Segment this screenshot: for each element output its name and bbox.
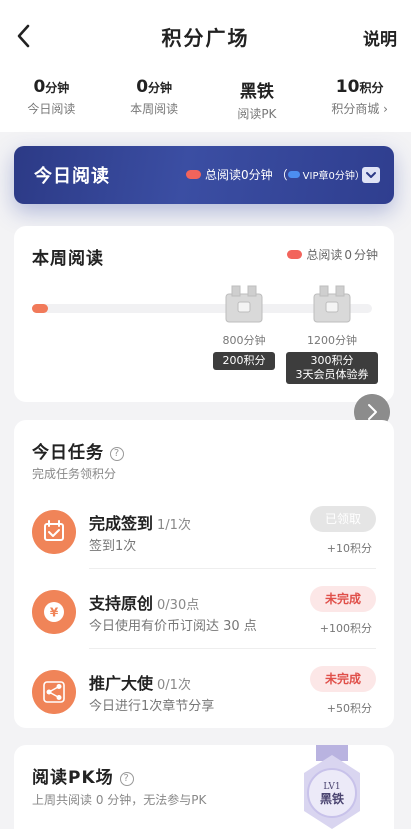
task-desc: 今日进行1次章节分享 (89, 699, 215, 714)
task-reward: +100积分 (319, 622, 372, 635)
stat-today-reading[interactable]: 0分钟 今日阅读 (0, 70, 103, 132)
help-circle-icon[interactable]: ? (119, 772, 134, 786)
medal-level: LV1 (323, 782, 340, 792)
divider (89, 568, 376, 569)
vip-dot-icon (287, 171, 300, 178)
stat-week-reading[interactable]: 0分钟 本周阅读 (103, 70, 206, 132)
task-name-row: 支持原创 0/30点 (89, 590, 199, 614)
today-reading-title: 今日阅读 (34, 166, 110, 187)
today-reading-banner[interactable]: 今日阅读 总阅读0分钟 （ VIP章0分钟） (14, 146, 394, 204)
milestone-reward: 200积分 (222, 354, 266, 367)
help-link[interactable]: 说明 (363, 25, 397, 50)
vip-paren: （ (275, 168, 288, 182)
level-medal-icon: LV1 黑铁 (304, 745, 360, 829)
week-total-unit: 分钟 (353, 248, 378, 262)
week-progress-fill (32, 304, 48, 313)
tasks-title: 今日任务 (32, 443, 104, 463)
stat-unit: 积分 (359, 81, 384, 95)
stat-value: 10 (335, 77, 360, 97)
stat-value: 黑铁 (239, 82, 274, 102)
milestone-minutes: 1200分钟 (307, 334, 357, 347)
task-name-row: 完成签到 1/1次 (89, 510, 191, 534)
stat-value: 0 (33, 77, 46, 97)
week-reading-total: 总阅读 0 分钟 (287, 246, 378, 263)
task-desc: 今日使用有价币订阅达 30 点 (89, 619, 257, 634)
today-reading-summary: 总阅读0分钟 （ VIP章0分钟） (186, 166, 365, 183)
milestone-minutes: 800分钟 (222, 334, 266, 347)
pk-title: 阅读PK场 (32, 768, 114, 788)
task-progress: 0/1次 (157, 678, 191, 693)
tasks-title-row: 今日任务? (32, 438, 124, 463)
stat-reading-pk[interactable]: 黑铁 阅读PK (206, 70, 309, 132)
stat-unit: 分钟 (148, 81, 173, 95)
yen-icon: ¥ (32, 590, 76, 634)
milestone-reward-extra: 3天会员体验券 (295, 368, 369, 381)
page-title: 积分广场 (161, 26, 250, 50)
total-reading-dot-icon (186, 170, 201, 179)
share-icon (32, 670, 76, 714)
task-progress: 0/30点 (157, 598, 200, 613)
help-circle-icon[interactable]: ? (110, 447, 124, 461)
milestone-reward-badge: 300积分 3天会员体验券 (286, 352, 378, 384)
week-total-label: 总阅读 (306, 248, 343, 262)
week-reading-card: 本周阅读 总阅读 0 分钟 800分钟 200积分 1200分钟 300积分 3… (14, 226, 394, 402)
tasks-subtitle: 完成任务领积分 (32, 467, 117, 481)
today-vip: VIP章0分钟） (302, 171, 365, 182)
task-reward: +50积分 (326, 702, 372, 715)
stat-points-mall[interactable]: 10积分 积分商城 › (308, 70, 411, 132)
stats-row: 0分钟 今日阅读 0分钟 本周阅读 黑铁 阅读PK 10积分 积分商城 › (0, 70, 411, 132)
stat-label: 今日阅读 (27, 102, 76, 116)
calendar-check-icon (32, 510, 76, 554)
total-reading-dot-icon (287, 250, 303, 259)
medal-rank: 黑铁 (320, 791, 344, 806)
pk-desc: 上周共阅读 0 分钟，无法参与PK (32, 793, 207, 807)
task-progress: 1/1次 (157, 518, 191, 533)
chevron-down-icon[interactable] (362, 167, 380, 183)
task-desc: 签到1次 (89, 539, 137, 554)
stat-label: 本周阅读 (130, 102, 179, 116)
stat-value: 0 (136, 77, 149, 97)
milestone-reward-badge: 200积分 (213, 352, 275, 370)
stat-label: 阅读PK (237, 107, 277, 121)
stat-unit: 分钟 (45, 81, 70, 95)
task-reward: +10积分 (326, 542, 372, 555)
stat-label: 积分商城 › (331, 102, 388, 116)
svg-text:¥: ¥ (50, 606, 59, 620)
header: 积分广场 说明 (0, 0, 411, 70)
task-claimed-button[interactable]: 已领取 (310, 506, 376, 532)
divider (89, 648, 376, 649)
today-tasks-card: 今日任务? 完成任务领积分 完成签到 1/1次 签到1次 已领取 +10积分 ¥ … (14, 420, 394, 728)
today-total: 总阅读0分钟 (205, 168, 273, 182)
milestone-reward: 300积分 (310, 354, 354, 367)
week-total-value: 0 (344, 247, 352, 262)
treasure-chest-icon[interactable] (222, 282, 266, 326)
task-name-row: 推广大使 0/1次 (89, 670, 191, 694)
week-reading-title: 本周阅读 (32, 249, 104, 269)
task-incomplete-button[interactable]: 未完成 (310, 666, 376, 692)
treasure-chest-icon[interactable] (310, 282, 354, 326)
task-incomplete-button[interactable]: 未完成 (310, 586, 376, 612)
pk-title-row: 阅读PK场? (32, 763, 134, 788)
task-name: 完成签到 (89, 514, 154, 533)
task-item: 推广大使 0/1次 今日进行1次章节分享 未完成 +50积分 (14, 660, 394, 740)
task-name: 推广大使 (89, 674, 154, 693)
task-name: 支持原创 (89, 594, 154, 613)
